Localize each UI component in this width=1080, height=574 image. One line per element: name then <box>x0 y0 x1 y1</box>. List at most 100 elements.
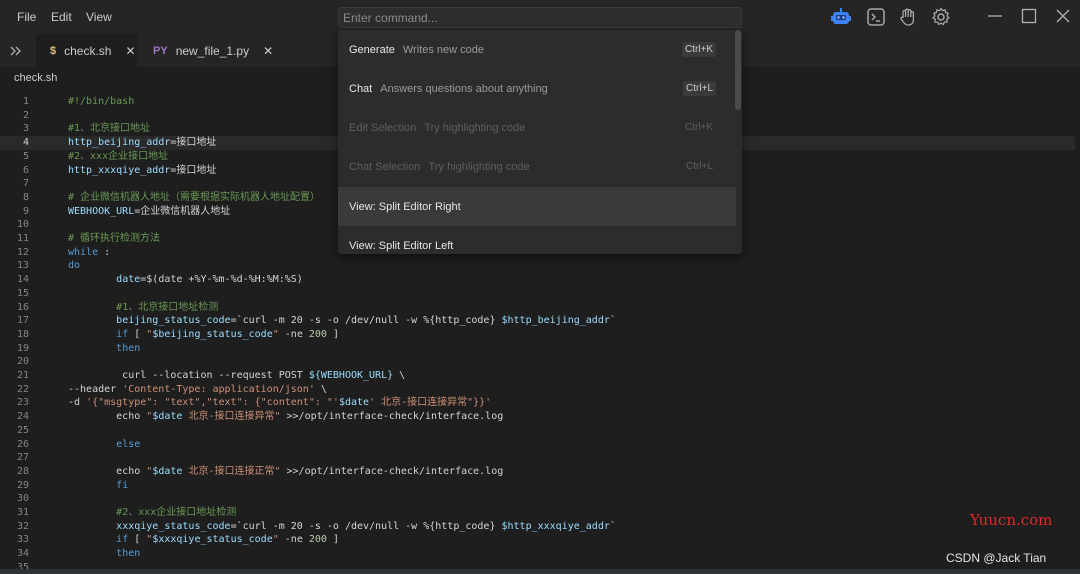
code-line[interactable]: 35 <box>0 561 1075 569</box>
code-text: --header 'Content-Type: application/json… <box>68 383 327 397</box>
code-token: [ <box>128 534 147 546</box>
code-token: if <box>116 534 129 546</box>
palette-item-title: View: Split Editor Right <box>349 200 461 213</box>
code-token: # 企业微信机器人地址（需要根据实际机器人地址配置） <box>68 191 321 203</box>
code-text: xxxqiye_status_code=`curl -m 20 -s -o /d… <box>68 520 616 534</box>
code-line[interactable]: 29 fi <box>0 479 1075 493</box>
shortcut-badge: Ctrl+L <box>683 81 716 96</box>
code-text: fi <box>68 479 128 493</box>
code-token: http_xxxqiye_addr <box>68 164 171 176</box>
code-line[interactable]: 32 xxxqiye_status_code=`curl -m 20 -s -o… <box>0 520 1075 534</box>
line-number: 24 <box>16 411 29 423</box>
code-line[interactable]: 28 echo "$date 北京-接口连接正常" >>/opt/interfa… <box>0 465 1075 479</box>
code-text: echo "$date 北京-接口连接正常" >>/opt/interface-… <box>68 465 503 479</box>
hand-icon[interactable] <box>897 6 919 28</box>
palette-item-split-editor-right[interactable]: View: Split Editor Right <box>338 187 736 226</box>
code-line[interactable]: 26 else <box>0 438 1075 452</box>
line-number: 4 <box>22 137 29 149</box>
close-window-icon[interactable] <box>1054 7 1072 25</box>
line-number: 11 <box>16 233 29 244</box>
code-token: fi <box>116 479 129 491</box>
watermark-author: CSDN @Jack Tian <box>946 551 1047 565</box>
line-number: 32 <box>16 520 29 532</box>
code-line[interactable]: 13 do <box>0 259 1075 273</box>
code-text: curl --location --request POST ${WEBHOOK… <box>68 369 405 383</box>
minimize-icon[interactable] <box>986 7 1004 25</box>
command-input[interactable] <box>338 7 742 28</box>
line-number: 17 <box>16 315 29 327</box>
palette-item-split-editor-left[interactable]: View: Split Editor Left <box>338 226 736 254</box>
code-token: ] <box>326 534 339 546</box>
code-line[interactable]: 19 then <box>0 342 1075 356</box>
code-token: #2、xxx企业接口地址 <box>68 150 169 162</box>
code-line[interactable]: 16 #1、北京接口地址检测 <box>0 301 1075 315</box>
code-token: http_beijing_addr <box>68 137 171 149</box>
maximize-icon[interactable] <box>1020 7 1038 25</box>
code-token: then <box>116 342 141 354</box>
code-line[interactable]: 27 <box>0 451 1075 465</box>
shortcut-badge: Ctrl+K <box>681 42 716 57</box>
line-number: 28 <box>16 465 29 477</box>
tab-label: new_file_1.py <box>175 43 250 58</box>
code-token: ` <box>609 520 616 532</box>
code-text: if [ "$beijing_status_code" -ne 200 ] <box>68 328 339 342</box>
palette-item-chat[interactable]: Chat Answers questions about anything Ct… <box>338 69 736 108</box>
code-token: then <box>116 548 141 560</box>
line-number: 13 <box>16 260 29 272</box>
code-line[interactable]: 15 <box>0 287 1075 301</box>
code-line[interactable]: 33 if [ "$xxxqiye_status_code" -ne 200 ] <box>0 533 1075 547</box>
code-token: \ <box>393 370 406 381</box>
code-line[interactable]: 21 curl --location --request POST ${WEBH… <box>0 369 1075 383</box>
menu-file[interactable]: File <box>17 10 36 24</box>
line-number: 18 <box>16 328 29 340</box>
terminal-icon[interactable] <box>865 6 887 28</box>
code-token: ` <box>609 315 616 327</box>
code-line[interactable]: 20 <box>0 355 1075 369</box>
tab-new-file-1-py[interactable]: PY new_file_1.py ✕ <box>140 34 273 67</box>
code-line[interactable]: 17 beijing_status_code=`curl -m 20 -s -o… <box>0 314 1075 328</box>
code-line[interactable]: 14 date=$(date +%Y-%m-%d-%H:%M:%S) <box>0 273 1075 287</box>
chevron-double-right-icon[interactable] <box>9 34 29 67</box>
code-token: >>/opt/interface-check/interface.log <box>280 411 504 423</box>
code-token: #1、北京接口地址 <box>68 123 151 135</box>
palette-scrollbar[interactable] <box>735 30 741 110</box>
code-line[interactable]: 23 -d '{"msgtype": "text","text": {"conte… <box>0 396 1075 410</box>
code-text: -d '{"msgtype": "text","text": {"content… <box>68 396 491 410</box>
menu-edit[interactable]: Edit <box>51 10 72 24</box>
code-token: #2、xxx企业接口地址检测 <box>116 507 237 518</box>
line-number: 5 <box>22 150 29 162</box>
code-line[interactable]: 22 --header 'Content-Type: application/js… <box>0 383 1075 397</box>
tab-check-sh[interactable]: $ check.sh ✕ <box>36 34 137 67</box>
code-line[interactable]: 25 <box>0 424 1075 438</box>
code-token: 200 <box>308 328 327 340</box>
code-token: ${WEBHOOK_URL} <box>308 370 394 381</box>
code-token: $date <box>338 397 370 409</box>
robot-icon[interactable] <box>830 6 852 28</box>
command-palette: Generate Writes new code Ctrl+K Chat Ans… <box>338 30 742 254</box>
code-line[interactable]: 18 if [ "$beijing_status_code" -ne 200 ] <box>0 328 1075 342</box>
code-token: =接口地址 <box>170 164 217 176</box>
code-line[interactable]: 24 echo "$date 北京-接口连接异常" >>/opt/interfa… <box>0 410 1075 424</box>
code-token: =`curl -m 20 -s -o /dev/null -w %{http_c… <box>230 520 502 532</box>
line-number: 27 <box>16 452 29 464</box>
code-text: #2、xxx企业接口地址 <box>68 150 168 164</box>
code-line[interactable]: 30 <box>0 492 1075 506</box>
line-number: 33 <box>16 534 29 546</box>
close-icon[interactable]: ✕ <box>125 44 135 58</box>
code-token: if <box>116 328 129 340</box>
code-token: echo <box>68 411 147 423</box>
line-number: 16 <box>16 301 29 313</box>
close-icon[interactable]: ✕ <box>263 44 273 58</box>
code-text: then <box>68 547 140 561</box>
line-number: 12 <box>16 246 29 258</box>
menu-view[interactable]: View <box>86 10 112 24</box>
palette-item-generate[interactable]: Generate Writes new code Ctrl+K <box>338 30 736 69</box>
palette-item-description: Try highlighting code <box>424 121 526 134</box>
code-token: 200 <box>308 534 327 546</box>
code-line[interactable]: 31 #2、xxx企业接口地址检测 <box>0 506 1075 520</box>
gear-icon[interactable] <box>930 6 952 28</box>
code-line[interactable]: 34 then <box>0 547 1075 561</box>
line-number: 23 <box>16 397 29 409</box>
